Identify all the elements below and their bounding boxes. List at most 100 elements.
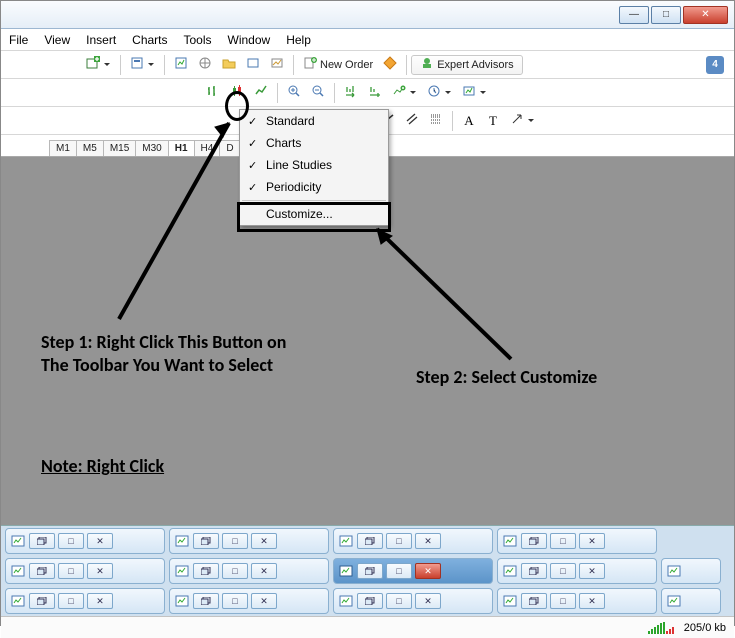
tab-m5[interactable]: M5 — [76, 140, 104, 156]
mdi-maximize-icon[interactable]: □ — [550, 563, 576, 579]
mdi-window[interactable] — [661, 588, 721, 614]
data-window-button[interactable] — [217, 54, 241, 76]
alert-badge[interactable]: 4 — [706, 56, 724, 74]
mdi-window[interactable] — [661, 558, 721, 584]
context-item-periodicity[interactable]: Periodicity — [240, 176, 388, 198]
maximize-button[interactable]: □ — [651, 6, 681, 24]
mdi-close-icon[interactable]: ✕ — [87, 533, 113, 549]
mdi-window[interactable]: □ ✕ — [497, 558, 657, 584]
line-chart-button[interactable] — [249, 82, 273, 104]
mdi-restore-icon[interactable] — [357, 533, 383, 549]
mdi-close-icon[interactable]: ✕ — [415, 533, 441, 549]
mdi-window[interactable]: □ ✕ — [333, 528, 493, 554]
mdi-maximize-icon[interactable]: □ — [222, 563, 248, 579]
text-button[interactable]: A — [457, 110, 481, 132]
zoom-out-button[interactable] — [306, 82, 330, 104]
mdi-restore-icon[interactable] — [29, 563, 55, 579]
mdi-close-icon[interactable]: ✕ — [87, 593, 113, 609]
mdi-close-icon[interactable]: ✕ — [251, 563, 277, 579]
terminal-button[interactable] — [241, 54, 265, 76]
mdi-restore-icon[interactable] — [357, 563, 383, 579]
metaquotes-button[interactable] — [378, 54, 402, 76]
mdi-restore-icon[interactable] — [29, 533, 55, 549]
mdi-maximize-icon[interactable]: □ — [222, 593, 248, 609]
strategy-tester-button[interactable] — [265, 54, 289, 76]
mdi-maximize-icon[interactable]: □ — [550, 533, 576, 549]
mdi-close-icon[interactable]: ✕ — [251, 533, 277, 549]
menu-help[interactable]: Help — [286, 33, 311, 47]
mdi-maximize-icon[interactable]: □ — [386, 593, 412, 609]
mdi-close-icon[interactable]: ✕ — [579, 563, 605, 579]
chart-shift-button[interactable] — [363, 82, 387, 104]
expert-advisors-button[interactable]: Expert Advisors — [411, 55, 522, 75]
context-item-standard[interactable]: Standard — [240, 110, 388, 132]
mdi-window[interactable]: □ ✕ — [5, 528, 165, 554]
bar-chart-button[interactable] — [201, 82, 225, 104]
mdi-restore-icon[interactable] — [193, 593, 219, 609]
context-item-line-studies[interactable]: Line Studies — [240, 154, 388, 176]
menu-charts[interactable]: Charts — [132, 33, 167, 47]
menu-view[interactable]: View — [44, 33, 70, 47]
mdi-close-icon[interactable]: ✕ — [579, 533, 605, 549]
minimize-button[interactable]: — — [619, 6, 649, 24]
mdi-window[interactable]: □ ✕ — [5, 558, 165, 584]
candlestick-button[interactable] — [225, 82, 249, 104]
fibonacci-icon — [429, 112, 443, 129]
tab-m15[interactable]: M15 — [103, 140, 136, 156]
zoom-in-button[interactable] — [282, 82, 306, 104]
mdi-restore-icon[interactable] — [29, 593, 55, 609]
mdi-window[interactable]: □ ✕ — [497, 588, 657, 614]
mdi-window[interactable]: □ ✕ — [333, 588, 493, 614]
mdi-maximize-icon[interactable]: □ — [386, 533, 412, 549]
mdi-restore-icon[interactable] — [357, 593, 383, 609]
mdi-maximize-icon[interactable]: □ — [386, 563, 412, 579]
indicators-button[interactable] — [387, 82, 422, 104]
profiles-button[interactable] — [125, 54, 160, 76]
navigator-button[interactable] — [193, 54, 217, 76]
periodicity-button[interactable] — [422, 82, 457, 104]
new-chart-button[interactable] — [81, 54, 116, 76]
mdi-close-icon[interactable]: ✕ — [87, 563, 113, 579]
mdi-close-icon[interactable]: ✕ — [251, 593, 277, 609]
mdi-restore-icon[interactable] — [521, 533, 547, 549]
context-item-customize[interactable]: Customize... — [240, 203, 388, 225]
mdi-restore-icon[interactable] — [193, 563, 219, 579]
mdi-maximize-icon[interactable]: □ — [58, 593, 84, 609]
tab-m1[interactable]: M1 — [49, 140, 77, 156]
indicators-icon — [392, 84, 406, 101]
tab-m30[interactable]: M30 — [135, 140, 168, 156]
mdi-maximize-icon[interactable]: □ — [550, 593, 576, 609]
text-label-button[interactable]: T — [481, 110, 505, 132]
auto-scroll-button[interactable] — [339, 82, 363, 104]
menu-window[interactable]: Window — [228, 33, 271, 47]
fibonacci-button[interactable] — [424, 110, 448, 132]
menu-file[interactable]: File — [9, 33, 28, 47]
tab-d1[interactable]: D — [219, 140, 240, 156]
mdi-window-active[interactable]: □ ✕ — [333, 558, 493, 584]
objects-button[interactable] — [505, 110, 540, 132]
new-order-button[interactable]: New Order — [298, 54, 378, 76]
context-item-charts[interactable]: Charts — [240, 132, 388, 154]
market-watch-button[interactable] — [169, 54, 193, 76]
templates-button[interactable] — [457, 82, 492, 104]
mdi-window[interactable]: □ ✕ — [497, 528, 657, 554]
mdi-restore-icon[interactable] — [521, 593, 547, 609]
mdi-window[interactable]: □ ✕ — [169, 588, 329, 614]
mdi-close-icon[interactable]: ✕ — [415, 563, 441, 579]
close-button[interactable]: ✕ — [683, 6, 728, 24]
mdi-close-icon[interactable]: ✕ — [579, 593, 605, 609]
mdi-restore-icon[interactable] — [193, 533, 219, 549]
mdi-maximize-icon[interactable]: □ — [58, 533, 84, 549]
mdi-restore-icon[interactable] — [521, 563, 547, 579]
menu-insert[interactable]: Insert — [86, 33, 116, 47]
mdi-maximize-icon[interactable]: □ — [222, 533, 248, 549]
tab-h1[interactable]: H1 — [168, 140, 195, 156]
mdi-window[interactable]: □ ✕ — [169, 528, 329, 554]
mdi-window[interactable]: □ ✕ — [5, 588, 165, 614]
mdi-maximize-icon[interactable]: □ — [58, 563, 84, 579]
menu-tools[interactable]: Tools — [184, 33, 212, 47]
tab-h4[interactable]: H4 — [194, 140, 221, 156]
mdi-close-icon[interactable]: ✕ — [415, 593, 441, 609]
equidistant-channel-button[interactable] — [400, 110, 424, 132]
mdi-window[interactable]: □ ✕ — [169, 558, 329, 584]
